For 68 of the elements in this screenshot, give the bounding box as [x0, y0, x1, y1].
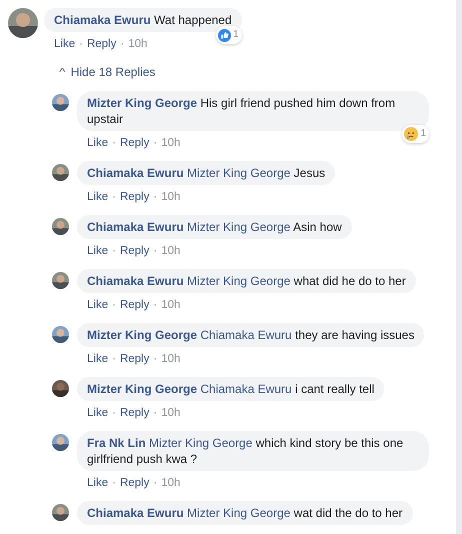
separator: · — [79, 37, 83, 52]
author-link[interactable]: Chiamaka Ewuru — [87, 274, 184, 288]
reply-link[interactable]: Reply — [120, 135, 150, 151]
separator: · — [112, 190, 116, 205]
like-link[interactable]: Like — [87, 135, 108, 151]
separator: · — [153, 352, 158, 367]
author-link[interactable]: Mizter King George — [87, 328, 198, 342]
thumbs-up-icon — [218, 28, 232, 42]
timestamp: 10h — [161, 244, 180, 259]
comment-text: Chiamaka Ewuru Mizter King George Asin how — [87, 220, 342, 234]
like-link[interactable]: Like — [87, 405, 108, 421]
timestamp: 10h — [161, 352, 180, 367]
timestamp: 10h — [161, 136, 180, 151]
comment-text: Mizter King George Chiamaka Ewuru i cant really tell — [87, 382, 374, 396]
author-link[interactable]: Chiamaka Ewuru — [54, 13, 151, 27]
mention-link[interactable]: Mizter King George — [187, 166, 290, 180]
timestamp: 10h — [161, 406, 180, 421]
separator: · — [112, 298, 116, 313]
mention-link[interactable]: Mizter King George — [187, 274, 290, 288]
reply-link[interactable]: Reply — [120, 243, 150, 259]
separator: · — [112, 244, 116, 259]
separator: · — [112, 406, 116, 421]
reply-link[interactable]: Reply — [120, 351, 150, 367]
author-link[interactable]: Chiamaka Ewuru — [87, 506, 184, 520]
comment-text: Fra Nk Lin Mizter King George which kind story be this one girlfriend push kwa ? — [87, 436, 404, 466]
mention-link[interactable]: Mizter King George — [149, 436, 252, 450]
mention-link[interactable]: Mizter King George — [187, 506, 290, 520]
comment-text: Mizter King George Chiamaka Ewuru they are having issues — [87, 328, 414, 342]
separator: · — [153, 406, 158, 421]
separator: · — [153, 190, 158, 205]
timestamp: 10h — [128, 37, 148, 52]
author-link[interactable]: Chiamaka Ewuru — [87, 220, 184, 234]
like-link[interactable]: Like — [87, 243, 108, 259]
reply-link[interactable]: Reply — [120, 297, 150, 313]
separator: · — [153, 244, 158, 259]
mention-link[interactable]: Chiamaka Ewuru — [200, 328, 292, 342]
sad-face-icon — [404, 127, 418, 141]
like-link[interactable]: Like — [87, 351, 108, 367]
author-link[interactable]: Fra Nk Lin — [87, 436, 146, 450]
reply-link[interactable]: Reply — [86, 36, 116, 52]
reply-link[interactable]: Reply — [120, 405, 150, 421]
author-link[interactable]: Mizter King George — [87, 96, 198, 110]
like-link[interactable]: Like — [87, 475, 108, 491]
separator: · — [153, 476, 158, 491]
separator: · — [153, 136, 158, 151]
like-link[interactable]: Like — [87, 189, 108, 205]
comment-text: Chiamaka Ewuru Mizter King George what did he do to her — [87, 274, 406, 288]
timestamp: 10h — [161, 190, 180, 205]
reply-link[interactable]: Reply — [120, 475, 150, 491]
separator: · — [112, 476, 116, 491]
mention-link[interactable]: Mizter King George — [187, 220, 290, 234]
author-link[interactable]: Chiamaka Ewuru — [87, 166, 184, 180]
separator: · — [112, 136, 116, 151]
like-link[interactable]: Like — [54, 36, 76, 52]
timestamp: 10h — [161, 476, 180, 491]
hide-replies-button[interactable]: ^ Hide 18 Replies — [60, 65, 156, 79]
comment-text: Chiamaka Ewuru Wat happened — [54, 13, 232, 27]
comment-text: Chiamaka Ewuru Mizter King George wat did the do to her — [87, 506, 403, 520]
comment-text: Chiamaka Ewuru Mizter King George Jesus — [87, 166, 326, 180]
timestamp: 10h — [161, 298, 180, 313]
separator: · — [112, 352, 116, 367]
comment-text: Mizter King George His girl friend pushed him down from upstair — [87, 96, 396, 126]
like-link[interactable]: Like — [87, 297, 108, 313]
author-link[interactable]: Mizter King George — [87, 382, 198, 396]
separator: · — [153, 298, 158, 313]
separator: · — [120, 37, 124, 52]
reply-link[interactable]: Reply — [120, 189, 150, 205]
mention-link[interactable]: Chiamaka Ewuru — [200, 382, 292, 396]
